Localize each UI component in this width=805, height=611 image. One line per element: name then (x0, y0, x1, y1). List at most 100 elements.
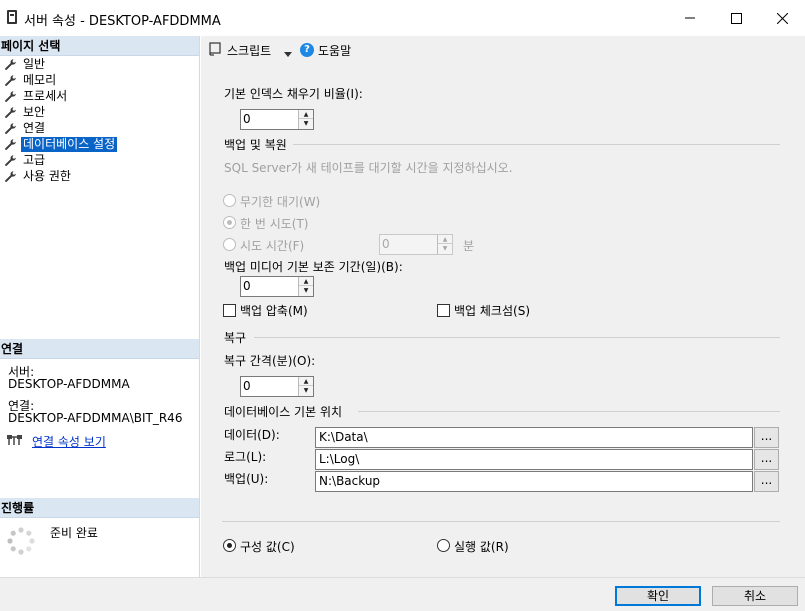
retention-value: 0 (243, 279, 251, 293)
wrench-icon (3, 153, 17, 167)
page-item[interactable]: 보안 (3, 104, 47, 120)
page-item-label: 데이터베이스 설정 (21, 136, 118, 152)
page-item-label: 일반 (23, 56, 46, 71)
help-icon[interactable]: ? (300, 43, 314, 57)
fill-factor-value: 0 (243, 112, 251, 126)
wait-indefinitely-label: 무기한 대기(W) (240, 195, 321, 209)
backup-hint-text: SQL Server가 새 테이프를 대기할 시간을 지정하십시오. (224, 161, 513, 175)
page-item[interactable]: 고급 (3, 152, 47, 168)
page-item-label: 연결 (23, 120, 46, 135)
view-connection-properties-link[interactable]: 연결 속성 보기 (32, 433, 106, 450)
wrench-icon (3, 57, 17, 71)
minimize-button[interactable] (667, 0, 713, 36)
page-item-label: 보안 (23, 104, 46, 119)
progress-header: 진행률 (0, 498, 199, 518)
retention-spinner[interactable]: 0 ▲ ▼ (240, 276, 314, 297)
close-icon (776, 12, 788, 24)
log-path-input[interactable]: L:\Log\ (315, 449, 753, 470)
pages-header: 페이지 선택 (0, 36, 199, 56)
minimize-icon (685, 17, 695, 19)
page-item[interactable]: 메모리 (3, 72, 58, 88)
recovery-interval-spinner[interactable]: 0 ▲ ▼ (240, 376, 314, 397)
data-browse-button[interactable]: ... (754, 427, 779, 448)
spin-up-icon[interactable]: ▲ (299, 277, 313, 286)
connection-properties-icon (6, 433, 24, 447)
spin-down-icon[interactable]: ▼ (299, 286, 313, 295)
radio-configured-values[interactable] (223, 539, 236, 552)
help-button[interactable]: 도움말 (318, 42, 351, 59)
connection-value: DESKTOP-AFDDMMA\BIT_R46 (8, 411, 183, 425)
wrench-icon (3, 121, 17, 135)
page-item[interactable]: 일반 (3, 56, 47, 72)
fill-factor-label: 기본 인덱스 채우기 비율(I): (224, 87, 363, 101)
progress-spinner-icon (6, 526, 36, 556)
dialog-button-bar: 확인 취소 (0, 577, 805, 611)
dropdown-arrow-icon[interactable] (284, 47, 292, 57)
spin-down-icon[interactable]: ▼ (299, 119, 313, 128)
wrench-icon (3, 169, 17, 183)
minutes-unit: 분 (463, 239, 475, 253)
configured-values-label: 구성 값(C) (240, 540, 295, 554)
wrench-icon (3, 73, 17, 87)
log-browse-button[interactable]: ... (754, 449, 779, 470)
compress-backup-label: 백업 압축(M) (240, 304, 308, 318)
recovery-group-title: 복구 (224, 331, 247, 345)
close-button[interactable] (759, 0, 805, 36)
backup-checksum-checkbox[interactable] (437, 304, 450, 317)
settings-panel: 스크립트 ? 도움말 기본 인덱스 채우기 비율(I): 0 ▲ ▼ 백업 및 복… (201, 36, 805, 577)
maximize-button[interactable] (713, 0, 759, 36)
page-item[interactable]: 연결 (3, 120, 47, 136)
script-icon[interactable] (208, 42, 222, 56)
cancel-button[interactable]: 취소 (712, 586, 798, 606)
backup-restore-group-title: 백업 및 복원 (224, 138, 287, 152)
running-values-label: 실행 값(R) (454, 540, 509, 554)
page-item-label: 프로세서 (23, 88, 68, 103)
retention-label: 백업 미디어 기본 보존 기간(일)(B): (224, 260, 403, 274)
compress-backup-checkbox[interactable] (223, 304, 236, 317)
group-divider (293, 144, 780, 145)
page-item-label: 사용 권한 (23, 168, 71, 183)
wrench-icon (3, 137, 17, 151)
page-item[interactable]: 프로세서 (3, 88, 69, 104)
wrench-icon (3, 89, 17, 103)
recovery-interval-value: 0 (243, 379, 251, 393)
ok-button[interactable]: 확인 (615, 586, 701, 606)
wrench-icon (3, 105, 17, 119)
page-item-label: 메모리 (23, 72, 57, 87)
backup-browse-button[interactable]: ... (754, 471, 779, 492)
progress-status: 준비 완료 (50, 526, 98, 540)
try-once-label: 한 번 시도(T) (240, 217, 309, 231)
server-value: DESKTOP-AFDDMMA (8, 377, 130, 391)
connection-header: 연결 (0, 339, 199, 359)
maximize-icon (730, 12, 742, 24)
data-path-label: 데이터(D): (224, 428, 280, 442)
backup-path-input[interactable]: N:\Backup (315, 471, 753, 492)
backup-path-label: 백업(U): (224, 472, 269, 486)
radio-running-values[interactable] (437, 539, 450, 552)
data-path-input[interactable]: K:\Data\ (315, 427, 753, 448)
group-divider (254, 337, 780, 338)
page-item[interactable]: 사용 권한 (3, 168, 73, 184)
window-title: 서버 속성 - DESKTOP-AFDDMMA (24, 14, 221, 29)
try-for-label: 시도 시간(F) (240, 239, 305, 253)
backup-checksum-label: 백업 체크섬(S) (454, 304, 530, 318)
bottom-divider (222, 521, 780, 522)
log-path-label: 로그(L): (224, 450, 267, 464)
try-minutes-spinner: 0 ▲ ▼ (379, 234, 453, 255)
spin-down-icon[interactable]: ▼ (299, 386, 313, 395)
radio-wait-indefinitely[interactable] (223, 194, 236, 207)
radio-try-for[interactable] (223, 238, 236, 251)
spin-up-icon: ▲ (438, 235, 452, 244)
app-icon (7, 10, 17, 24)
title-bar: 서버 속성 - DESKTOP-AFDDMMA (0, 0, 805, 36)
radio-try-once[interactable] (223, 216, 236, 229)
page-item[interactable]: 데이터베이스 설정 (3, 136, 118, 152)
fill-factor-spinner[interactable]: 0 ▲ ▼ (240, 109, 314, 130)
left-pane: 페이지 선택 일반 메모리 프로세서 보안 연결 데이터베이스 설정 고급 사용 권한 연결 … (0, 36, 200, 577)
group-divider (358, 411, 780, 412)
spin-down-icon: ▼ (442, 245, 448, 252)
page-item-label: 고급 (23, 152, 46, 167)
spin-up-icon[interactable]: ▲ (299, 110, 313, 119)
script-button[interactable]: 스크립트 (227, 42, 271, 59)
spin-up-icon[interactable]: ▲ (299, 377, 313, 386)
